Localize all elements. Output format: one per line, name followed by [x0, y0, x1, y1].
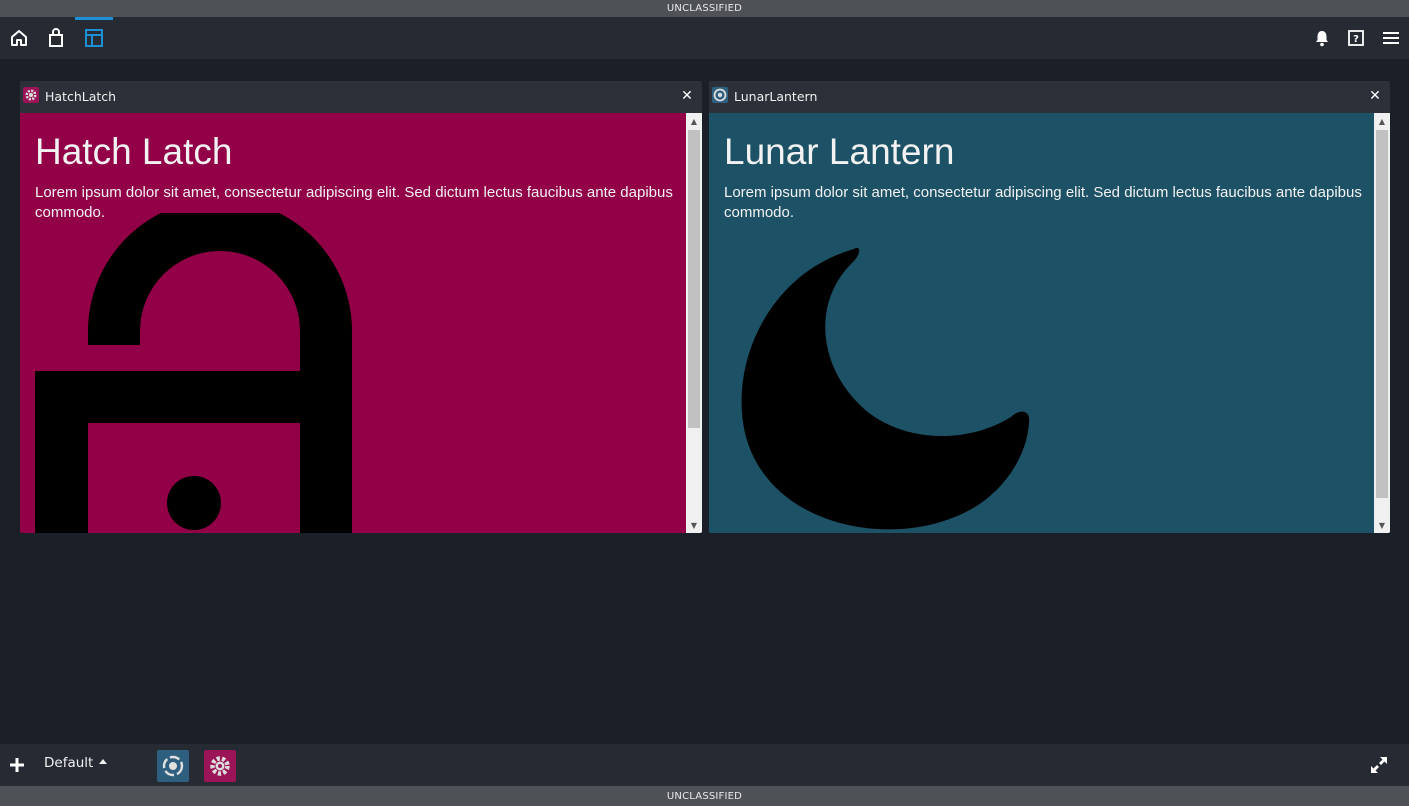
layout-selector[interactable]: Default	[44, 755, 108, 771]
vertical-scrollbar[interactable]: ▲ ▼	[686, 113, 702, 533]
layout-icon[interactable]	[75, 17, 113, 59]
widget-heading: Lunar Lantern	[724, 131, 955, 172]
bell-icon[interactable]	[1303, 17, 1341, 59]
widget-heading: Hatch Latch	[35, 131, 233, 172]
scroll-up-icon[interactable]: ▲	[686, 113, 702, 129]
vertical-scrollbar[interactable]: ▲ ▼	[1374, 113, 1390, 533]
top-toolbar: ?	[0, 17, 1409, 59]
widget-content: Hatch Latch Lorem ipsum dolor sit amet, …	[20, 113, 686, 533]
add-icon[interactable]	[8, 756, 26, 774]
globe-icon	[162, 755, 184, 777]
moon-icon	[741, 247, 1030, 530]
unlock-icon	[35, 213, 352, 533]
classification-banner-bottom: UNCLASSIFIED	[0, 786, 1409, 806]
widget-title: LunarLantern	[734, 89, 818, 104]
close-icon[interactable]: ✕	[1368, 88, 1382, 104]
scroll-thumb[interactable]	[688, 130, 700, 428]
svg-text:?: ?	[1353, 34, 1359, 45]
scroll-down-icon[interactable]: ▼	[1374, 517, 1390, 533]
gear-icon	[23, 87, 39, 103]
scroll-down-icon[interactable]: ▼	[686, 517, 702, 533]
widget-title: HatchLatch	[45, 89, 117, 104]
bottom-toolbar: Default	[0, 744, 1409, 786]
caret-up-icon	[99, 759, 108, 764]
scroll-up-icon[interactable]: ▲	[1374, 113, 1390, 129]
widget-hatchlatch: HatchLatch ✕ Hatch Latch Lorem ipsum dol…	[20, 81, 702, 533]
tray-hatchlatch[interactable]	[204, 750, 236, 782]
widget-body: Hatch Latch Lorem ipsum dolor sit amet, …	[20, 113, 702, 533]
widget-body: Lunar Lantern Lorem ipsum dolor sit amet…	[709, 113, 1390, 533]
gear-icon	[210, 756, 230, 776]
close-icon[interactable]: ✕	[680, 88, 694, 104]
widget-header[interactable]: HatchLatch ✕	[20, 81, 702, 113]
tray-lunarlantern[interactable]	[157, 750, 189, 782]
shopping-bag-icon[interactable]	[37, 17, 75, 59]
widget-header[interactable]: LunarLantern ✕	[709, 81, 1390, 113]
widget-lunarlantern: LunarLantern ✕ Lunar Lantern Lorem ipsum…	[709, 81, 1390, 533]
layout-name: Default	[44, 755, 94, 771]
classification-banner-top: UNCLASSIFIED	[0, 0, 1409, 17]
help-icon[interactable]: ?	[1337, 17, 1375, 59]
scroll-thumb[interactable]	[1376, 130, 1388, 498]
globe-icon	[712, 87, 728, 103]
home-icon[interactable]	[0, 17, 38, 59]
widget-content: Lunar Lantern Lorem ipsum dolor sit amet…	[709, 113, 1374, 533]
menu-icon[interactable]	[1372, 17, 1409, 59]
fullscreen-icon[interactable]	[1369, 755, 1389, 775]
